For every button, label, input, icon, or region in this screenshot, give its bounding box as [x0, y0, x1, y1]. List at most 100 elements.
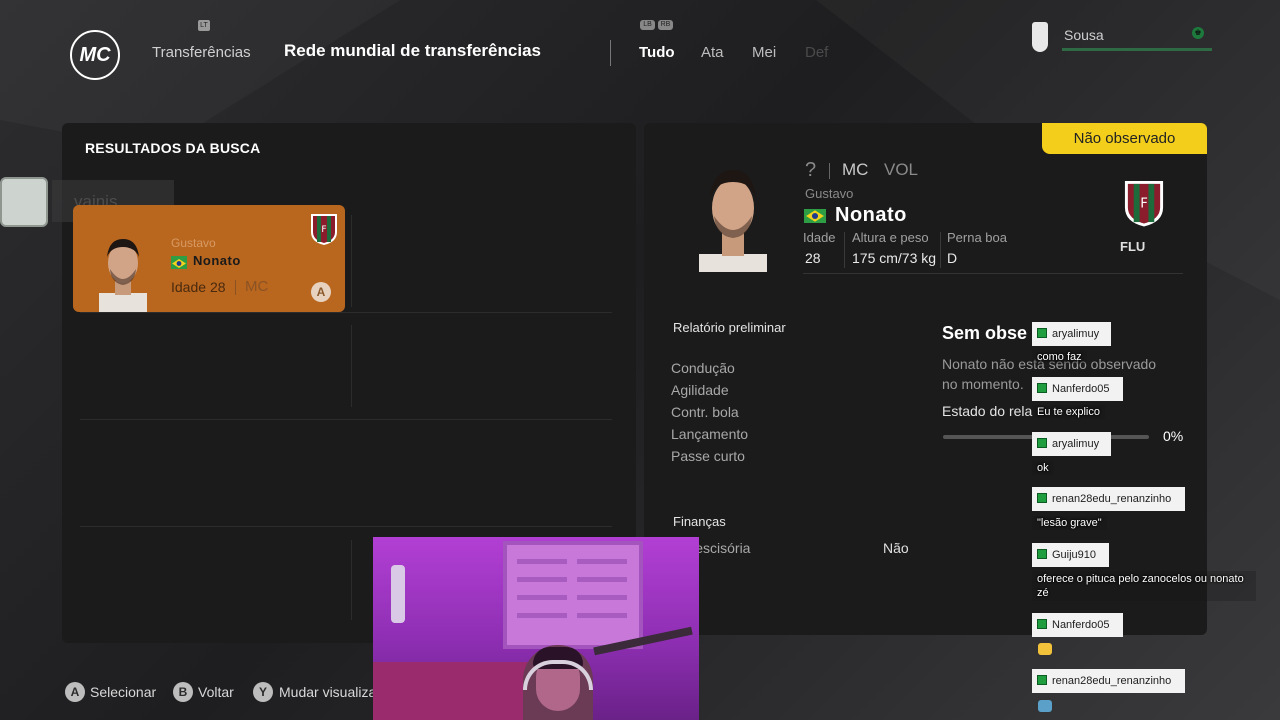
window-slat	[577, 559, 627, 564]
fluminense-crest-icon: F	[1124, 181, 1164, 227]
club-name: FLU	[1120, 239, 1146, 254]
lb-button-icon: LB	[640, 20, 655, 30]
attribute-label: Passe curto	[671, 448, 745, 464]
chat-user-icon	[1037, 383, 1047, 393]
svg-text:F: F	[1140, 196, 1148, 211]
player-overall: ?	[805, 159, 817, 181]
card-divider	[235, 280, 236, 295]
detail-divider	[829, 163, 830, 179]
report-progress-value: 0%	[1163, 428, 1184, 444]
webcam-window	[503, 541, 643, 649]
window-slat	[577, 577, 627, 582]
chat-user-icon	[1037, 675, 1047, 685]
b-button-icon: B	[173, 682, 193, 702]
height-weight-label: Altura e peso	[852, 230, 929, 245]
attribute-label: Agilidade	[671, 382, 729, 398]
tab-mei[interactable]: Mei	[752, 44, 776, 61]
player-last-name: Nonato	[193, 253, 241, 268]
detail-divider	[940, 232, 941, 268]
release-clause-value: Não	[883, 540, 909, 556]
lt-button-icon: LT	[198, 20, 210, 31]
chat-username: Nanferdo05	[1032, 613, 1123, 637]
chat-username: Guiju910	[1032, 543, 1109, 567]
age-label: Idade	[171, 279, 207, 295]
y-button-icon: Y	[253, 682, 273, 702]
height-weight-value: 175 cm/73 kg	[852, 250, 937, 266]
brazil-flag-icon	[171, 256, 187, 269]
player-photo	[99, 239, 147, 312]
scouting-title: Sem obse	[942, 323, 1028, 343]
chat-username-text: Nanferdo05	[1052, 383, 1110, 395]
player-position: MC	[245, 278, 269, 295]
webcam-overlay	[373, 537, 699, 720]
webcam-bed	[373, 662, 533, 720]
chat-username: renan28edu_renanzinho	[1032, 487, 1185, 511]
select-action[interactable]: Selecionar	[90, 684, 156, 700]
detail-divider	[803, 273, 1183, 274]
chat-user-icon	[1037, 328, 1047, 338]
grid-divider	[351, 325, 352, 407]
foot-value: D	[947, 250, 958, 266]
emoji-icon	[1038, 643, 1052, 655]
window-slat	[517, 613, 567, 618]
report-status-label: Estado do rela	[942, 403, 1033, 419]
fluminense-crest-icon: F	[311, 214, 337, 245]
header-divider	[610, 40, 611, 66]
user-progress-bar	[1062, 48, 1212, 51]
chat-username: renan28edu_renanzinho	[1032, 669, 1185, 693]
player-result-card[interactable]: Gustavo Nonato Idade 28 MC F A	[73, 205, 345, 312]
chat-message: "lesão grave"	[1032, 516, 1107, 530]
back-action[interactable]: Voltar	[198, 684, 234, 700]
svg-text:F: F	[321, 225, 326, 235]
chat-user-icon	[1037, 619, 1047, 629]
attribute-label: Lançamento	[671, 426, 749, 442]
window-slat	[517, 577, 567, 582]
emote-icon	[1038, 700, 1052, 712]
chat-username-text: aryalimuy	[1052, 438, 1100, 450]
player-position-primary: MC	[842, 160, 869, 179]
player-detail-first-name: Gustavo	[805, 186, 854, 201]
attribute-label: Contr. bola	[671, 404, 739, 420]
chat-user-icon	[1037, 438, 1047, 448]
age-label: Idade	[803, 230, 836, 245]
mc-logo: MC	[70, 30, 120, 80]
chat-user-icon	[1037, 493, 1047, 503]
tab-def[interactable]: Def	[805, 44, 828, 61]
change-view-action[interactable]: Mudar visualiza	[279, 684, 376, 700]
chat-message: ok	[1032, 461, 1054, 475]
chat-username-text: renan28edu_renanzinho	[1052, 493, 1172, 505]
user-name: Sousa	[1064, 27, 1104, 43]
chat-message: Eu te explico	[1032, 405, 1105, 419]
a-button-icon: A	[311, 282, 331, 302]
report-title: Relatório preliminar	[673, 320, 786, 335]
rb-button-icon: RB	[658, 20, 673, 30]
grid-divider	[80, 312, 612, 313]
nav-prev-section[interactable]: Transferências	[152, 44, 251, 61]
player-position-secondary: VOL	[884, 160, 919, 179]
a-button-icon: A	[65, 682, 85, 702]
chat-username: Nanferdo05	[1032, 377, 1123, 401]
crown-icon: ♚	[1192, 27, 1204, 39]
search-input[interactable]	[0, 177, 48, 227]
window-slat	[517, 595, 567, 600]
grid-divider	[351, 540, 352, 620]
foot-label: Perna boa	[947, 230, 1007, 245]
tab-tudo[interactable]: Tudo	[639, 44, 675, 61]
chat-username-text: renan28edu_renanzinho	[1052, 675, 1172, 687]
age-value: 28	[805, 250, 821, 266]
chat-message: oferece o pituca pelo zanocelos ou nonat…	[1032, 571, 1256, 601]
player-detail-last-name: Nonato	[835, 204, 907, 226]
tab-ata[interactable]: Ata	[701, 44, 724, 61]
grid-divider	[80, 526, 612, 527]
chat-user-icon	[1037, 549, 1047, 559]
chat-username: aryalimuy	[1032, 322, 1111, 346]
age-value: 28	[209, 279, 226, 295]
chat-username-text: Nanferdo05	[1052, 619, 1110, 631]
club-crest-icon	[1032, 22, 1048, 52]
webcam-bottle	[391, 565, 405, 623]
player-detail-photo	[699, 170, 767, 272]
grid-divider	[80, 419, 612, 420]
logo-text: MC	[79, 43, 111, 66]
player-first-name: Gustavo	[171, 236, 216, 250]
brazil-flag-icon	[804, 209, 826, 223]
